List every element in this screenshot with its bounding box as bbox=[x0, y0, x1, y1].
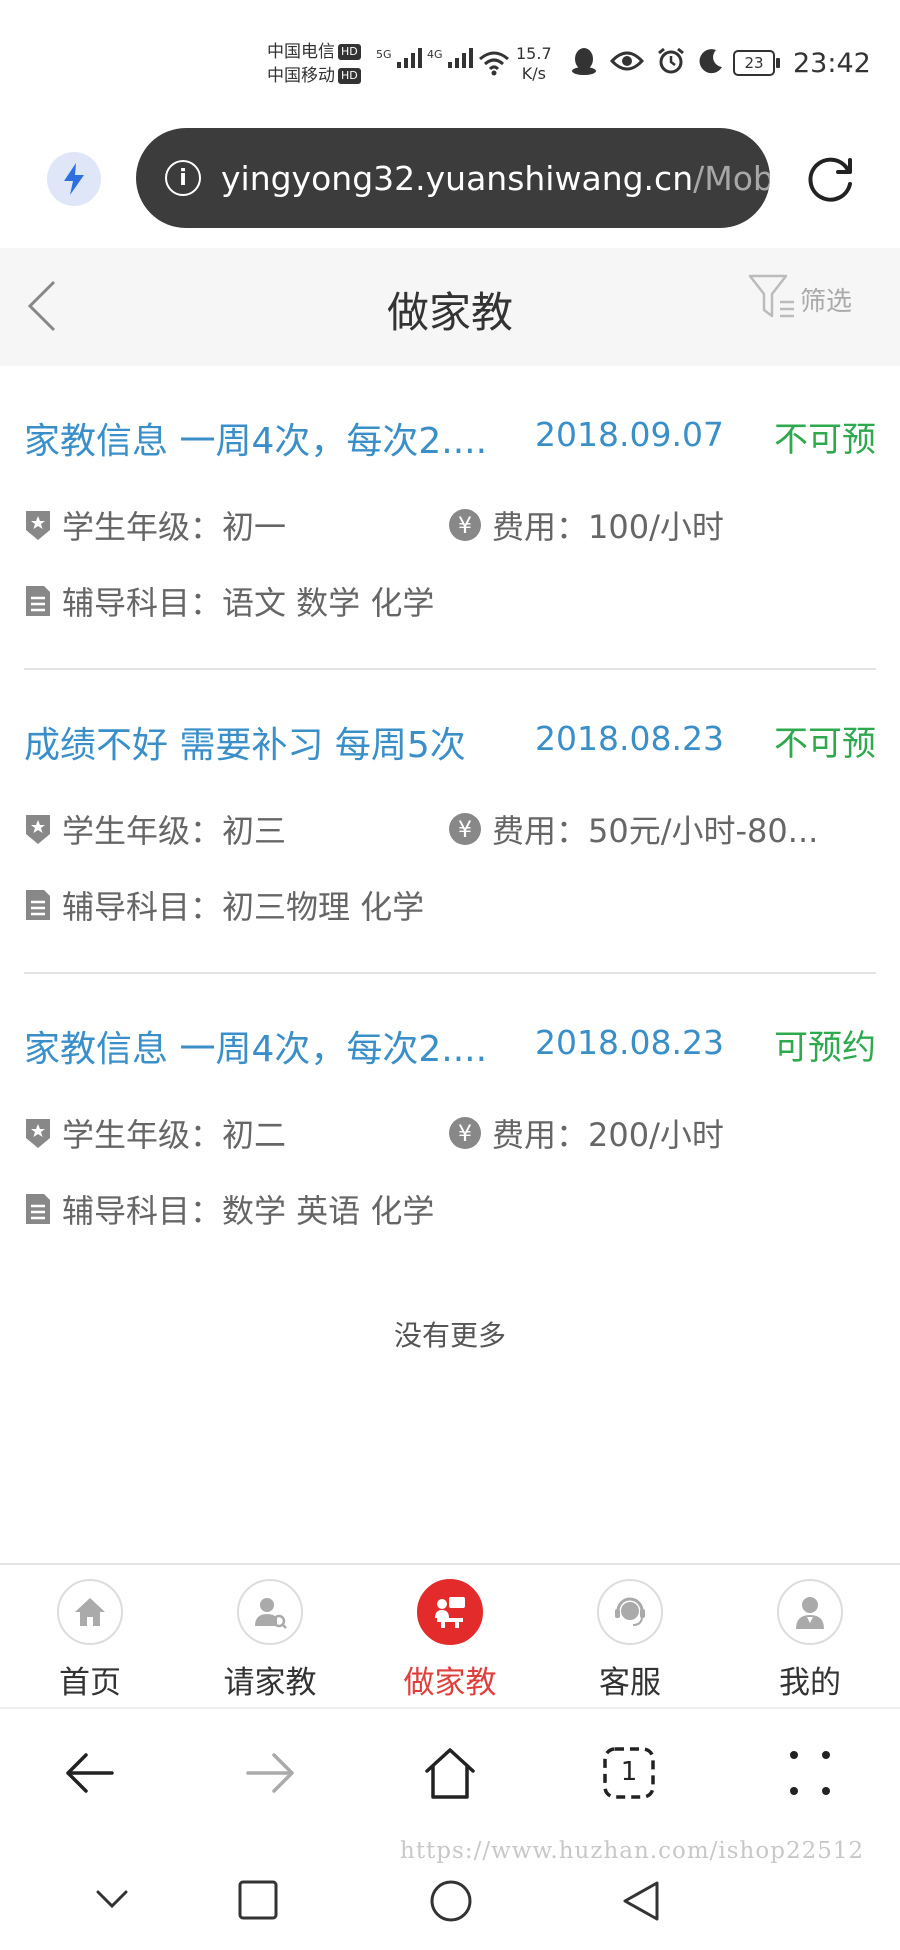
subject-icon bbox=[24, 1192, 52, 1226]
no-more-label: 没有更多 bbox=[393, 1319, 506, 1352]
home-page-icon[interactable] bbox=[421, 1745, 479, 1803]
list-item[interactable]: 家教信息 一周4次，每次2.... 2018.09.07 不可预 学生年级：初一… bbox=[24, 366, 876, 670]
tab-profile[interactable]: 我的 bbox=[720, 1579, 900, 1702]
fee-text: 费用：100/小时 bbox=[492, 508, 724, 546]
subject-text: 辅导科目：数学 英语 化学 bbox=[62, 1192, 435, 1230]
status-bar: 中国电信 HD 中国移动 HD 5G 4G 15.7 K/s 23 23:42 bbox=[0, 0, 900, 120]
fee-icon: ¥ bbox=[448, 508, 482, 542]
svg-text:¥: ¥ bbox=[458, 1122, 472, 1147]
moon-icon bbox=[699, 49, 722, 74]
tab-customer-service[interactable]: 客服 bbox=[540, 1579, 720, 1702]
listing-title[interactable]: 家教信息 一周4次，每次2.... bbox=[24, 1020, 487, 1072]
listing-title[interactable]: 成绩不好 需要补习 每周5次 bbox=[24, 716, 466, 768]
subject-text: 辅导科目：初三物理 化学 bbox=[62, 888, 425, 926]
list-item[interactable]: 成绩不好 需要补习 每周5次 2018.08.23 不可预 学生年级：初三 ¥ 费… bbox=[24, 670, 876, 974]
tab-find-tutor[interactable]: 请家教 bbox=[180, 1579, 360, 1702]
forward-icon[interactable] bbox=[242, 1745, 298, 1801]
grade-text: 学生年级：初三 bbox=[62, 812, 287, 850]
svg-text:¥: ¥ bbox=[458, 514, 472, 539]
grade-text: 学生年级：初一 bbox=[62, 508, 287, 546]
tab-home[interactable]: 首页 bbox=[0, 1579, 180, 1702]
listing-date: 2018.08.23 bbox=[535, 1023, 724, 1062]
fee-text: 费用：50元/小时-80... bbox=[492, 812, 819, 850]
eye-icon bbox=[610, 51, 644, 71]
fee-text: 费用：200/小时 bbox=[492, 1116, 724, 1154]
find-tutor-icon bbox=[237, 1579, 303, 1645]
page-header: 做家教 筛选 bbox=[0, 248, 900, 366]
qq-icon bbox=[572, 48, 596, 75]
subject-icon bbox=[24, 584, 52, 618]
back-icon[interactable] bbox=[62, 1745, 118, 1801]
filter-label: 筛选 bbox=[800, 287, 853, 317]
network-speed: 15.7 K/s bbox=[516, 44, 552, 83]
home-icon bbox=[57, 1579, 123, 1645]
carrier-2: 中国移动 bbox=[267, 66, 335, 86]
filter-button[interactable]: 筛选 bbox=[746, 272, 852, 322]
list-item[interactable]: 家教信息 一周4次，每次2.... 2018.08.23 可预约 学生年级：初二… bbox=[24, 974, 876, 1276]
profile-icon bbox=[777, 1579, 843, 1645]
tutor-job-list: 家教信息 一周4次，每次2.... 2018.09.07 不可预 学生年级：初一… bbox=[24, 366, 876, 1276]
home-circle-icon[interactable] bbox=[428, 1878, 474, 1924]
subject-icon bbox=[24, 888, 52, 922]
more-menu-icon[interactable] bbox=[782, 1745, 838, 1801]
info-icon[interactable]: i bbox=[165, 160, 201, 196]
tab-count: 1 bbox=[620, 1757, 638, 1787]
reload-icon[interactable] bbox=[804, 152, 858, 206]
tabs-icon[interactable]: 1 bbox=[601, 1745, 657, 1801]
svg-text:¥: ¥ bbox=[458, 818, 472, 843]
grade-icon bbox=[24, 1116, 52, 1150]
bottom-tab-bar: 首页 请家教 做家教 客服 我的 bbox=[0, 1563, 900, 1709]
filter-icon bbox=[748, 274, 794, 318]
signal-5g-icon: 5G bbox=[376, 48, 422, 68]
customer-service-icon bbox=[597, 1579, 663, 1645]
carrier-1: 中国电信 bbox=[267, 42, 335, 62]
grade-icon bbox=[24, 812, 52, 846]
grade-text: 学生年级：初二 bbox=[62, 1116, 287, 1154]
browser-toolbar: 1 bbox=[0, 1707, 900, 1841]
chevron-down-icon[interactable] bbox=[92, 1878, 132, 1918]
listing-date: 2018.09.07 bbox=[535, 415, 724, 454]
fee-icon: ¥ bbox=[448, 812, 482, 846]
wifi-icon bbox=[479, 51, 509, 76]
listing-status: 不可预 bbox=[774, 724, 876, 764]
back-triangle-icon[interactable] bbox=[619, 1878, 663, 1924]
address-bar[interactable]: i yingyong32.yuanshiwang.cn/Mobi bbox=[136, 128, 770, 228]
clock: 23:42 bbox=[793, 48, 871, 79]
lightning-icon[interactable] bbox=[47, 152, 101, 206]
system-navigation-bar bbox=[0, 1870, 900, 1950]
url-text[interactable]: yingyong32.yuanshiwang.cn/Mobi bbox=[221, 159, 770, 198]
recents-icon[interactable] bbox=[236, 1878, 280, 1922]
hd-badge: HD bbox=[338, 68, 361, 84]
carrier-info: 中国电信 HD 中国移动 HD bbox=[267, 40, 361, 88]
subject-text: 辅导科目：语文 数学 化学 bbox=[62, 584, 435, 622]
listing-title[interactable]: 家教信息 一周4次，每次2.... bbox=[24, 412, 487, 464]
alarm-icon bbox=[658, 47, 684, 74]
grade-icon bbox=[24, 508, 52, 542]
be-tutor-icon bbox=[417, 1579, 483, 1645]
watermark-text: https://www.huzhan.com/ishop22512 bbox=[400, 1838, 865, 1864]
listing-status: 可预约 bbox=[774, 1028, 876, 1068]
fee-icon: ¥ bbox=[448, 1116, 482, 1150]
listing-date: 2018.08.23 bbox=[535, 719, 724, 758]
tab-be-tutor[interactable]: 做家教 bbox=[360, 1579, 540, 1702]
listing-status: 不可预 bbox=[774, 420, 876, 460]
signal-4g-icon: 4G bbox=[427, 48, 473, 68]
hd-badge: HD bbox=[338, 44, 361, 60]
battery-icon: 23 bbox=[733, 50, 780, 76]
